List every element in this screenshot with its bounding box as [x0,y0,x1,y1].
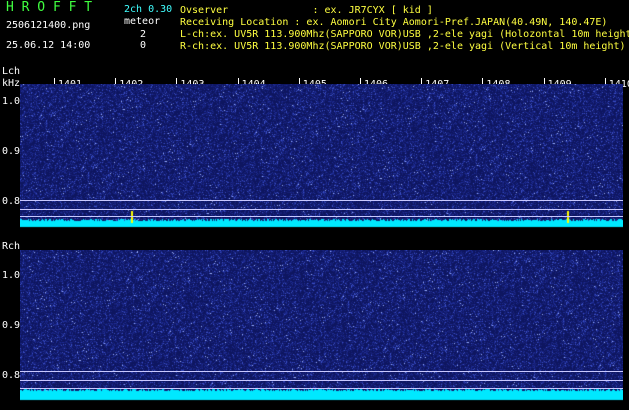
filename-label: 2506121400.png [6,20,91,31]
lch-spectrogram [20,84,623,229]
version-label: 2ch 0.30 [124,4,173,15]
rch-guide-line-3 [20,388,623,389]
rch-ytick-0-9: 0.9 [2,320,21,331]
datetime-label: 25.06.12 14:00 [6,40,91,51]
lch-ytick-1-0: 1.0 [2,96,21,107]
rch-label: Rch [2,241,21,252]
lch-ytick-0-9: 0.9 [2,146,21,157]
lch-guide-line-1 [20,200,623,201]
rch-ytick-0-8: 0.8 [2,370,21,381]
rch-config-line: R-ch:ex. UV5R 113.900Mhz(SAPPORO VOR)USB… [180,41,626,52]
lch-config-line: L-ch:ex. UV5R 113.900Mhz(SAPPORO VOR)USB… [180,29,629,40]
lch-guide-line-2 [20,209,623,210]
rch-guide-line-1 [20,371,623,372]
rch-ytick-1-0: 1.0 [2,270,21,281]
observer-line: Ovserver : ex. JR7CYX [ kid ] [180,5,433,16]
rch-guide-line-2 [20,380,623,381]
meteor-count-lch: 2 [140,29,147,40]
lch-unit-label: kHz [2,78,21,89]
lch-ytick-0-8: 0.8 [2,196,21,207]
location-line: Receiving Location : ex. Aomori City Aom… [180,17,608,28]
meteor-count-rch: 0 [140,40,147,51]
app-title: H R O F F T [6,0,93,15]
lch-label: Lch [2,66,21,77]
meteor-label: meteor [124,16,161,27]
lch-guide-line-3 [20,216,623,217]
